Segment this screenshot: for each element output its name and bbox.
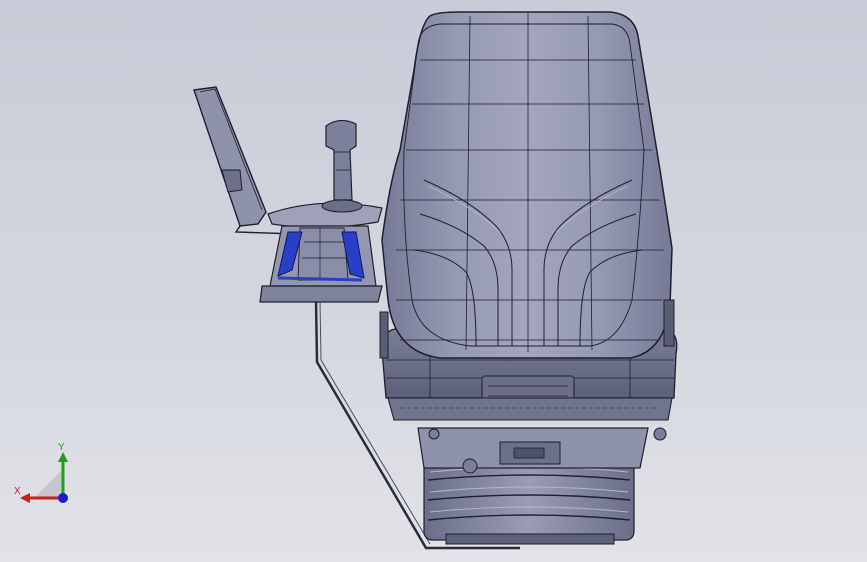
x-arrowhead: [20, 493, 30, 503]
z-axis-dot: [58, 493, 68, 503]
armrest-pad: [193, 86, 267, 227]
joystick-handle: [325, 119, 357, 201]
x-axis-label: X: [14, 486, 21, 497]
y-axis-label: Y: [58, 442, 65, 453]
console-base: [259, 285, 383, 303]
suspension-bellows: [423, 459, 635, 541]
y-arrowhead: [58, 452, 68, 462]
graphics-viewport[interactable]: Y X: [0, 0, 867, 562]
seat-assembly-model[interactable]: [0, 0, 867, 562]
seat-suspension[interactable]: [417, 427, 667, 545]
seat-backrest[interactable]: [381, 11, 673, 359]
coordinate-triad: Y X: [14, 442, 68, 503]
height-adjust-knob: [462, 458, 478, 474]
